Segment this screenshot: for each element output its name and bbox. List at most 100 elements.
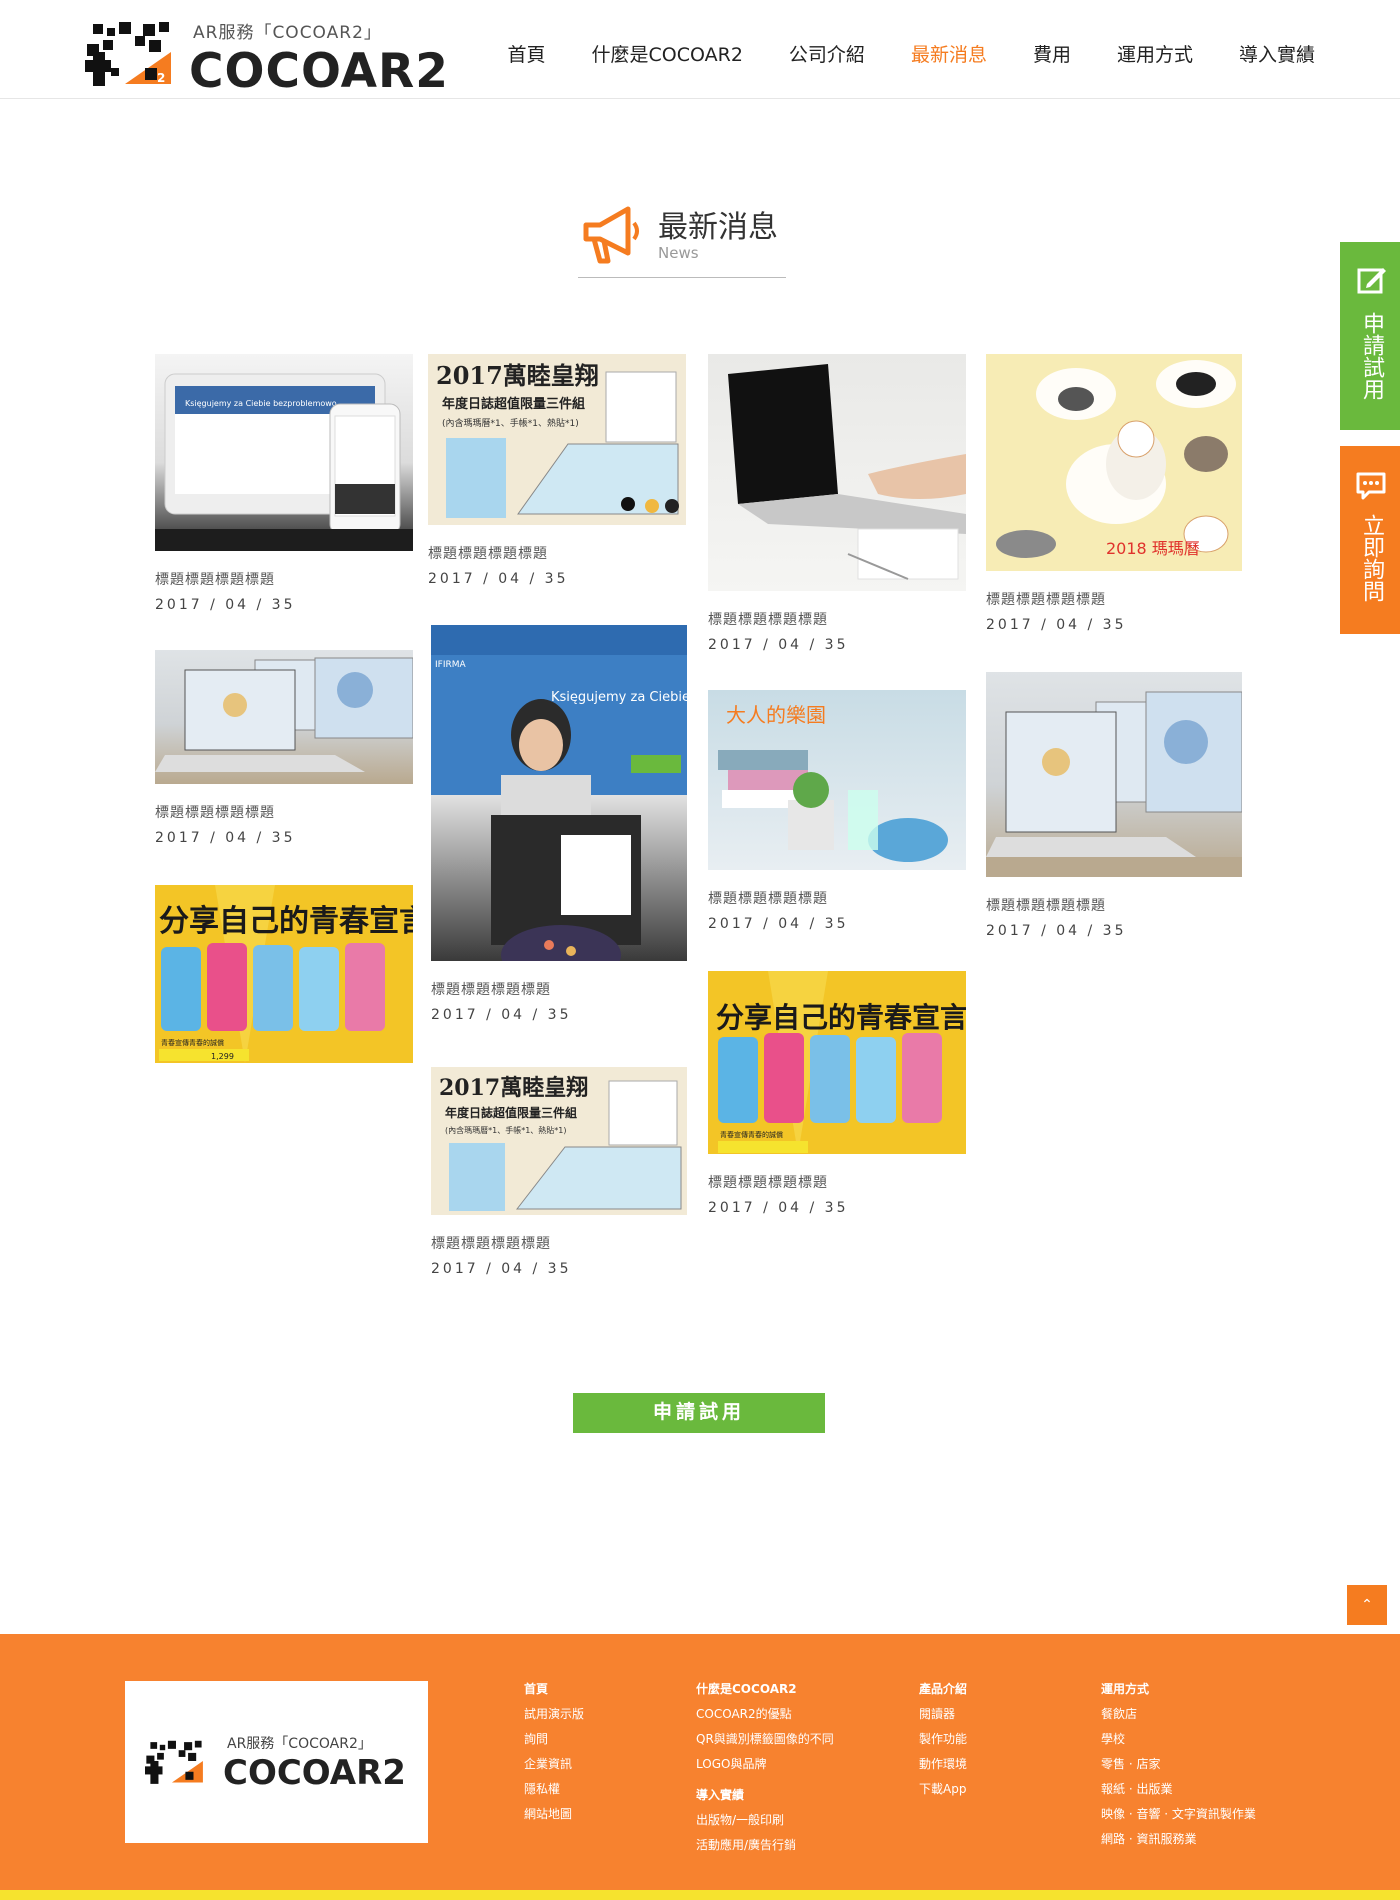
news-thumbnail[interactable]: Księgujemy za Ciebie bezproblemowo (155, 354, 413, 551)
news-thumbnail[interactable] (986, 672, 1242, 877)
svg-text:(內含瑪瑪曆*1、手帳*1、熱貼*1): (內含瑪瑪曆*1、手帳*1、熱貼*1) (442, 417, 579, 429)
news-card[interactable]: 2017萬睦皇翔 年度日誌超值限量三件組 (內含瑪瑪曆*1、手帳*1、熱貼*1)… (428, 354, 686, 587)
nav-pricing[interactable]: 費用 (1033, 40, 1071, 67)
side-apply-trial-button[interactable]: 申請試用 (1340, 242, 1400, 430)
footer-link-privacy[interactable]: 隱私權 (524, 1780, 584, 1797)
footer-heading-usage[interactable]: 運用方式 (1101, 1680, 1256, 1697)
footer-link-reader[interactable]: 閱讀器 (919, 1705, 967, 1722)
site-logo[interactable]: 2 AR服務「COCOAR2」 COCOAR2 (85, 18, 448, 99)
footer-link-features[interactable]: 製作功能 (919, 1730, 967, 1747)
nav-news[interactable]: 最新消息 (911, 40, 987, 67)
side-inquiry-button[interactable]: 立即詢問 (1340, 446, 1400, 634)
svg-text:Księgujemy za Ciebie bezproble: Księgujemy za Ciebie bezproblemowo (551, 690, 687, 705)
news-date: 2017 / 04 / 35 (708, 637, 849, 653)
edit-icon (1357, 268, 1386, 294)
footer-link-logo-brand[interactable]: LOGO與品牌 (696, 1755, 834, 1772)
news-date: 2017 / 04 / 35 (431, 1007, 572, 1023)
svg-text:2017萬睦皇翔: 2017萬睦皇翔 (436, 361, 599, 390)
news-card[interactable]: 2018 瑪瑪曆 標題標題標題標題 2017 / 04 / 35 (986, 354, 1244, 633)
news-card[interactable]: Księgujemy za Ciebie bezproblemowo 標題標題標… (155, 354, 413, 613)
section-title-en: News (658, 244, 699, 262)
footer-link-retail[interactable]: 零售 · 店家 (1101, 1755, 1256, 1772)
news-date: 2017 / 04 / 35 (986, 617, 1127, 633)
news-card[interactable]: 分享自己的青春宣言 青春宣傳青春的誠償 1,299 (155, 885, 413, 1063)
news-card[interactable]: 2017萬睦皇翔 年度日誌超值限量三件組 (內含瑪瑪曆*1、手帳*1、熱貼*1)… (431, 1067, 689, 1277)
svg-text:1,299: 1,299 (211, 1052, 234, 1061)
news-card[interactable]: 標題標題標題標題 2017 / 04 / 35 (155, 650, 413, 846)
news-title[interactable]: 標題標題標題標題 (155, 802, 413, 822)
chat-icon (1356, 472, 1386, 500)
footer-link-print[interactable]: 出版物/一般印刷 (696, 1811, 834, 1828)
nav-cases[interactable]: 導入實績 (1239, 40, 1315, 67)
footer-link-advantages[interactable]: COCOAR2的優點 (696, 1705, 834, 1722)
footer-link-environment[interactable]: 動作環境 (919, 1755, 967, 1772)
footer-logo-subtitle: AR服務「COCOAR2」 (227, 1736, 372, 1752)
footer-link-media[interactable]: 映像 · 音響 · 文字資訊製作業 (1101, 1805, 1256, 1822)
news-card[interactable]: 分享自己的青春宣言 青春宣傳青春的誠償 標題標題標題標題 2017 / 04 /… (708, 971, 966, 1216)
footer-col-product: 產品介紹 閱讀器 製作功能 動作環境 下載App (919, 1680, 967, 1805)
footer-link-restaurant[interactable]: 餐飲店 (1101, 1705, 1256, 1722)
svg-text:大人的樂園: 大人的樂園 (726, 703, 826, 727)
news-date: 2017 / 04 / 35 (986, 923, 1127, 939)
news-title[interactable]: 標題標題標題標題 (708, 609, 966, 629)
footer-link-download-app[interactable]: 下載App (919, 1780, 967, 1797)
svg-text:2017萬睦皇翔: 2017萬睦皇翔 (439, 1075, 588, 1101)
news-title[interactable]: 標題標題標題標題 (986, 895, 1244, 915)
footer-bottom-bar (0, 1890, 1400, 1900)
footer-col-main: 首頁 試用演示版 詢問 企業資訊 隱私權 網站地圖 (524, 1680, 584, 1830)
news-card[interactable]: 標題標題標題標題 2017 / 04 / 35 (986, 672, 1244, 939)
svg-text:青春宣傳青春的誠償: 青春宣傳青春的誠償 (720, 1130, 783, 1139)
news-thumbnail[interactable] (708, 354, 966, 591)
site-footer: AR服務「COCOAR2」 COCOAR2 首頁 試用演示版 詢問 企業資訊 隱… (0, 1634, 1400, 1900)
footer-heading-what-is[interactable]: 什麼是COCOAR2 (696, 1680, 834, 1697)
footer-link-trial[interactable]: 試用演示版 (524, 1705, 584, 1722)
news-title[interactable]: 標題標題標題標題 (428, 543, 686, 563)
nav-what-is-cocoar2[interactable]: 什麼是COCOAR2 (592, 40, 743, 67)
news-thumbnail[interactable]: 分享自己的青春宣言 青春宣傳青春的誠償 1,299 (155, 885, 413, 1063)
apply-trial-button[interactable]: 申請試用 (573, 1393, 825, 1433)
svg-text:青春宣傳青春的誠償: 青春宣傳青春的誠償 (161, 1038, 224, 1047)
footer-link-company[interactable]: 企業資訊 (524, 1755, 584, 1772)
footer-link-qr-diff[interactable]: QR與識別標籤圖像的不同 (696, 1730, 834, 1747)
footer-logo-wordmark: COCOAR2 (223, 1753, 406, 1793)
svg-text:分享自己的青春宣言: 分享自己的青春宣言 (716, 1001, 966, 1034)
news-card[interactable]: IFIRMA Księgujemy za Ciebie bezproblemow… (431, 625, 689, 1023)
news-title[interactable]: 標題標題標題標題 (431, 979, 689, 999)
news-thumbnail[interactable]: 分享自己的青春宣言 青春宣傳青春的誠償 (708, 971, 966, 1154)
svg-text:2: 2 (157, 71, 165, 85)
footer-link-school[interactable]: 學校 (1101, 1730, 1256, 1747)
news-date: 2017 / 04 / 35 (431, 1261, 572, 1277)
logo-wordmark: COCOAR2 (189, 44, 449, 99)
news-thumbnail[interactable]: 大人的樂園 (708, 690, 966, 870)
nav-usage[interactable]: 運用方式 (1117, 40, 1193, 67)
footer-heading-product[interactable]: 產品介紹 (919, 1680, 967, 1697)
footer-link-marketing[interactable]: 活動應用/廣告行銷 (696, 1836, 834, 1853)
news-title[interactable]: 標題標題標題標題 (431, 1233, 689, 1253)
megaphone-icon (583, 206, 639, 264)
footer-link-sitemap[interactable]: 網站地圖 (524, 1805, 584, 1822)
logo-subtitle: AR服務「COCOAR2」 (193, 23, 382, 43)
news-card[interactable]: 標題標題標題標題 2017 / 04 / 35 (708, 354, 966, 653)
footer-heading-cases[interactable]: 導入實績 (696, 1786, 834, 1803)
news-card[interactable]: 大人的樂園 標題標題標題標題 2017 / 04 / 35 (708, 690, 966, 932)
news-thumbnail[interactable]: 2017萬睦皇翔 年度日誌超值限量三件組 (內含瑪瑪曆*1、手帳*1、熱貼*1) (428, 354, 686, 525)
nav-home[interactable]: 首頁 (508, 40, 546, 67)
footer-logo[interactable]: AR服務「COCOAR2」 COCOAR2 (125, 1681, 428, 1843)
footer-link-publishing[interactable]: 報紙 · 出版業 (1101, 1780, 1256, 1797)
svg-text:2018 瑪瑪曆: 2018 瑪瑪曆 (1106, 539, 1200, 558)
news-title[interactable]: 標題標題標題標題 (708, 888, 966, 908)
logo-mark-icon: 2 (85, 22, 171, 86)
nav-company[interactable]: 公司介紹 (789, 40, 865, 67)
footer-link-inquiry[interactable]: 詢問 (524, 1730, 584, 1747)
news-thumbnail[interactable]: 2017萬睦皇翔 年度日誌超值限量三件組 (內含瑪瑪曆*1、手帳*1、熱貼*1) (431, 1067, 687, 1215)
news-thumbnail[interactable]: IFIRMA Księgujemy za Ciebie bezproblemow… (431, 625, 687, 961)
news-title[interactable]: 標題標題標題標題 (986, 589, 1244, 609)
back-to-top-button[interactable]: ⌃ (1347, 1585, 1387, 1625)
logo-mark-icon (145, 1740, 203, 1784)
footer-link-internet[interactable]: 網路 · 資訊服務業 (1101, 1830, 1256, 1847)
news-title[interactable]: 標題標題標題標題 (708, 1172, 966, 1192)
news-thumbnail[interactable] (155, 650, 413, 784)
news-thumbnail[interactable]: 2018 瑪瑪曆 (986, 354, 1242, 571)
news-title[interactable]: 標題標題標題標題 (155, 569, 413, 589)
footer-link-home[interactable]: 首頁 (524, 1680, 584, 1697)
